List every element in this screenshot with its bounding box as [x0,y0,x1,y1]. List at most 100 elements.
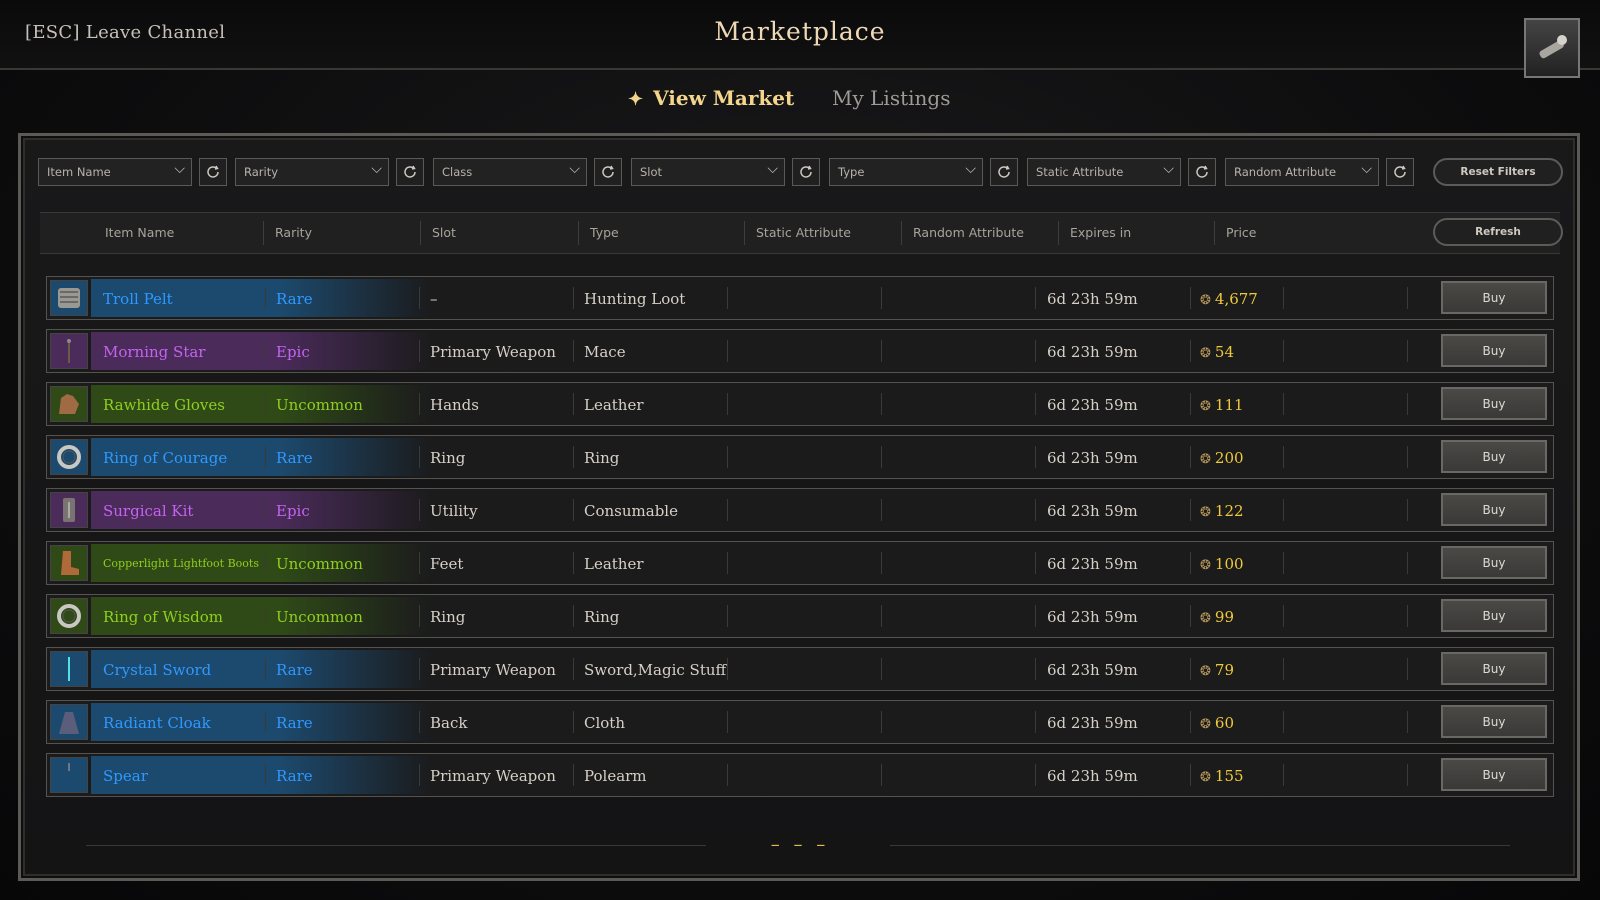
price-value: 54 [1214,343,1234,361]
cell-divider [1035,764,1036,786]
table-row[interactable]: Surgical Kit Epic Utility Consumable 6d 23h … [46,488,1554,532]
item-expires: 6d 23h 59m [1047,714,1138,732]
torch-icon [1539,35,1567,59]
item-expires: 6d 23h 59m [1047,608,1138,626]
chevron-down-icon: ⌵ [1361,161,1372,177]
buy-button[interactable]: Buy [1441,281,1547,314]
buy-button[interactable]: Buy [1441,546,1547,579]
refresh-button[interactable]: Refresh [1433,218,1563,246]
gold-coin-icon: ❂ [1200,399,1211,414]
column-divider [420,221,421,245]
cell-divider [1283,552,1284,574]
filter-dropdown-rarity[interactable]: Rarity ⌵ [235,158,389,186]
filter-dropdown-random-attribute[interactable]: Random Attribute ⌵ [1225,158,1379,186]
column-divider [263,221,264,245]
buy-button[interactable]: Buy [1441,493,1547,526]
item-price: ❂ 122 [1200,502,1244,520]
cell-divider [881,499,882,521]
item-slot: – [430,290,438,308]
column-header-static-attribute[interactable]: Static Attribute [756,225,851,240]
cell-divider [1407,552,1408,574]
cell-divider [1283,393,1284,415]
buy-button[interactable]: Buy [1441,334,1547,367]
column-header-item-name[interactable]: Item Name [105,225,174,240]
top-bar: [ESC] Leave Channel Marketplace [0,0,1600,70]
table-row[interactable]: Copperlight Lightfoot Boots Uncommon Feet L… [46,541,1554,585]
cell-divider [881,711,882,733]
cell-divider [1190,393,1191,415]
item-expires: 6d 23h 59m [1047,502,1138,520]
price-value: 100 [1214,555,1244,573]
cell-divider [265,658,266,680]
price-value: 200 [1214,449,1244,467]
buy-button[interactable]: Buy [1441,705,1547,738]
gold-coin-icon: ❂ [1200,664,1211,679]
cell-divider [265,499,266,521]
filter-dropdown-static-attribute[interactable]: Static Attribute ⌵ [1027,158,1181,186]
table-row[interactable]: Morning Star Epic Primary Weapon Mace 6d 23h… [46,329,1554,373]
column-header-type[interactable]: Type [590,225,619,240]
buy-button[interactable]: Buy [1441,440,1547,473]
filter-dropdown-item-name[interactable]: Item Name ⌵ [38,158,192,186]
buy-button[interactable]: Buy [1441,758,1547,791]
filter-dropdown-slot[interactable]: Slot ⌵ [631,158,785,186]
column-header-random-attribute[interactable]: Random Attribute [913,225,1024,240]
table-row[interactable]: Ring of Courage Rare Ring Ring 6d 23h 59m ❂ 20… [46,435,1554,479]
item-rarity: Rare [276,661,313,679]
torch-button[interactable] [1524,18,1580,78]
chevron-down-icon: ⌵ [569,161,580,177]
cell-divider [727,446,728,468]
filter-label: Static Attribute [1036,165,1124,179]
reset-filter-icon[interactable] [792,158,820,186]
table-row[interactable]: Ring of Wisdom Uncommon Ring Ring 6d 23h 59m… [46,594,1554,638]
column-header-slot[interactable]: Slot [432,225,456,240]
table-row[interactable]: Radiant Cloak Rare Back Cloth 6d 23h 59m ❂ 60 B… [46,700,1554,744]
cell-divider [881,552,882,574]
item-slot: Primary Weapon [430,343,556,361]
reset-filters-button[interactable]: Reset Filters [1433,158,1563,186]
column-divider [1214,221,1215,245]
table-row[interactable]: Rawhide Gloves Uncommon Hands Leather 6d 23h… [46,382,1554,426]
item-type: Leather [584,396,644,414]
tab-my-listings[interactable]: My Listings [832,86,950,110]
buy-button[interactable]: Buy [1441,652,1547,685]
item-price: ❂ 99 [1200,608,1234,626]
reset-filter-icon[interactable] [1188,158,1216,186]
column-header-rarity[interactable]: Rarity [275,225,312,240]
filter-dropdown-type[interactable]: Type ⌵ [829,158,983,186]
item-slot: Feet [430,555,464,573]
table-row[interactable]: Troll Pelt Rare – Hunting Loot 6d 23h 59m ❂ 4,… [46,276,1554,320]
item-price: ❂ 4,677 [1200,290,1258,308]
tab-view-market[interactable]: ✦ View Market [628,86,794,110]
item-expires: 6d 23h 59m [1047,396,1138,414]
item-slot: Ring [430,449,466,467]
table-row[interactable]: Spear Rare Primary Weapon Polearm 6d 23h 59m… [46,753,1554,797]
gold-coin-icon: ❂ [1200,770,1211,785]
item-rarity: Uncommon [276,555,363,573]
reset-filter-icon[interactable] [199,158,227,186]
cell-divider [727,552,728,574]
filter-label: Item Name [47,165,111,179]
spear-icon [50,757,88,793]
column-header-price[interactable]: Price [1226,225,1257,240]
cell-divider [727,711,728,733]
filter-dropdown-class[interactable]: Class ⌵ [433,158,587,186]
cell-divider [419,658,420,680]
column-header-expires-in[interactable]: Expires in [1070,225,1131,240]
reset-filter-icon[interactable] [990,158,1018,186]
cell-divider [573,287,574,309]
tab-label: View Market [653,86,795,110]
item-slot: Utility [430,502,478,520]
buy-button[interactable]: Buy [1441,599,1547,632]
item-price: ❂ 111 [1200,396,1244,414]
reset-filter-icon[interactable] [396,158,424,186]
cell-divider [419,393,420,415]
buy-button[interactable]: Buy [1441,387,1547,420]
cell-divider [573,658,574,680]
reset-filter-icon[interactable] [1386,158,1414,186]
item-rarity: Uncommon [276,608,363,626]
reset-filter-icon[interactable] [594,158,622,186]
table-row[interactable]: Crystal Sword Rare Primary Weapon Sword,Mag… [46,647,1554,691]
item-type: Leather [584,555,644,573]
pagination-indicator[interactable]: – – – [0,834,1600,855]
